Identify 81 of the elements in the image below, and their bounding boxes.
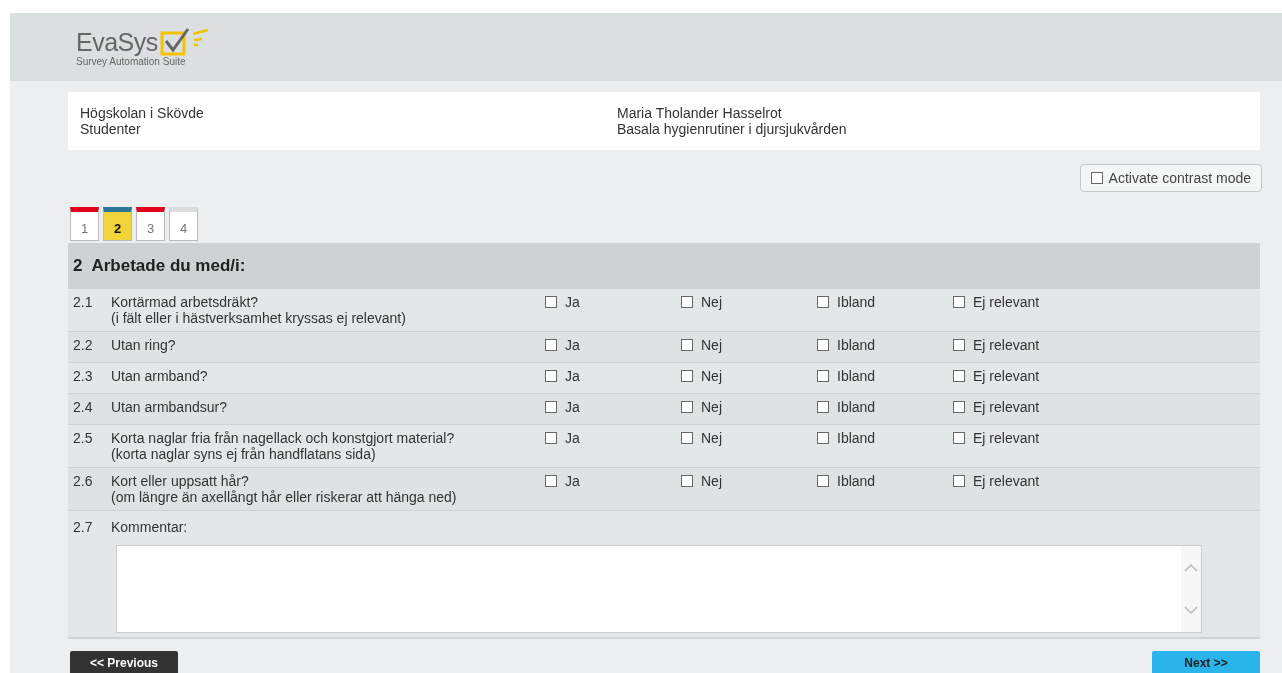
previous-button[interactable]: << Previous	[70, 651, 178, 673]
info-text: Högskolan i Skövde	[80, 105, 205, 121]
checkbox[interactable]	[953, 370, 965, 382]
option-label: Ibland	[837, 399, 876, 415]
checkbox[interactable]	[545, 370, 557, 382]
question-number: 2.2	[72, 337, 94, 355]
checkbox[interactable]	[681, 475, 693, 487]
comment-label: Kommentar:	[111, 519, 188, 535]
option-label: Ej relevant	[973, 337, 1040, 353]
checkbox[interactable]	[681, 401, 693, 413]
checkbox[interactable]	[817, 432, 829, 444]
question-number: 2.5	[72, 430, 94, 448]
checkbox[interactable]	[817, 339, 829, 351]
option-label: Ej relevant	[973, 399, 1040, 415]
option-label: Ej relevant	[973, 430, 1040, 446]
checkbox[interactable]	[817, 296, 829, 308]
checkbox[interactable]	[681, 432, 693, 444]
logo-tagline: Survey Automation Suite	[76, 55, 187, 67]
option-label: Nej	[701, 368, 722, 384]
checkbox[interactable]	[545, 475, 557, 487]
checkbox[interactable]	[953, 296, 965, 308]
option-label: Ja	[565, 473, 580, 489]
checkbox[interactable]	[681, 370, 693, 382]
option-label: Nej	[701, 294, 722, 310]
next-button[interactable]: Next >>	[1152, 651, 1260, 673]
checkbox[interactable]	[953, 339, 965, 351]
checkbox[interactable]	[545, 432, 557, 444]
checkbox[interactable]	[953, 401, 965, 413]
checkbox[interactable]	[545, 296, 557, 308]
question-number: 2.7	[72, 519, 94, 535]
page-tab[interactable]: 1	[70, 207, 99, 241]
question-number: 2.3	[72, 368, 94, 386]
checkbox[interactable]	[817, 475, 829, 487]
option-label: Ej relevant	[973, 294, 1040, 310]
page-tab[interactable]: 3	[136, 207, 165, 241]
option-label: Nej	[701, 337, 722, 353]
option-label: Ibland	[837, 430, 876, 446]
option-label: Ibland	[837, 368, 876, 384]
checkbox[interactable]	[953, 432, 965, 444]
question-text: Korta naglar fria från nagellack och konstgjort material?	[111, 430, 456, 446]
option-label: Ibland	[837, 337, 876, 353]
question-number: 2.1	[72, 294, 94, 312]
option-label: Ej relevant	[973, 368, 1040, 384]
checkbox[interactable]	[681, 339, 693, 351]
option-label: Ja	[565, 399, 580, 415]
question-text: Utan armbandsur?	[111, 399, 228, 415]
checkbox[interactable]	[1090, 172, 1103, 184]
checkbox[interactable]	[953, 475, 965, 487]
option-label: Ej relevant	[973, 473, 1040, 489]
info-text: Studenter	[80, 121, 142, 137]
info-text: Basala hygienrutiner i djursjukvården	[617, 121, 848, 137]
checkbox[interactable]	[681, 296, 693, 308]
page-tab[interactable]: 4	[169, 207, 198, 241]
question-text: Kortärmad arbetsdräkt?	[111, 294, 260, 310]
option-label: Ja	[565, 337, 580, 353]
question-text: Utan armband?	[111, 368, 209, 384]
checkbox[interactable]	[545, 339, 557, 351]
option-label: Ibland	[837, 473, 876, 489]
page-tab[interactable]: 2	[103, 207, 132, 241]
option-label: Ja	[565, 368, 580, 384]
question-note: (i fält eller i hästverksamhet kryssas ej relevant)	[111, 310, 407, 326]
option-label: Ja	[565, 430, 580, 446]
option-label: Ibland	[837, 294, 876, 310]
checkbox[interactable]	[817, 370, 829, 382]
question-text: Utan ring?	[111, 337, 177, 353]
option-label: Nej	[701, 473, 722, 489]
question-note: (om längre än axellångt hår eller riskerar att hänga ned)	[111, 489, 458, 505]
option-label: Ja	[565, 294, 580, 310]
option-label: Nej	[701, 399, 722, 415]
checkbox[interactable]	[545, 401, 557, 413]
contrast-mode-button[interactable]: Activate contrast mode	[1079, 164, 1262, 192]
question-number: 2.6	[72, 473, 94, 491]
section-heading: 2 Arbetade du med/i:	[68, 243, 1260, 289]
question-number: 2.4	[72, 399, 94, 417]
question-note: (korta naglar syns ej från handflatans sida)	[111, 446, 377, 462]
comment-field[interactable]	[116, 545, 1202, 633]
question-text: Kort eller uppsatt hår?	[111, 473, 250, 489]
checkbox[interactable]	[817, 401, 829, 413]
option-label: Nej	[701, 430, 722, 446]
info-text: Maria Tholander Hasselrot	[617, 105, 783, 121]
logo-name: EvaSys	[76, 27, 158, 56]
